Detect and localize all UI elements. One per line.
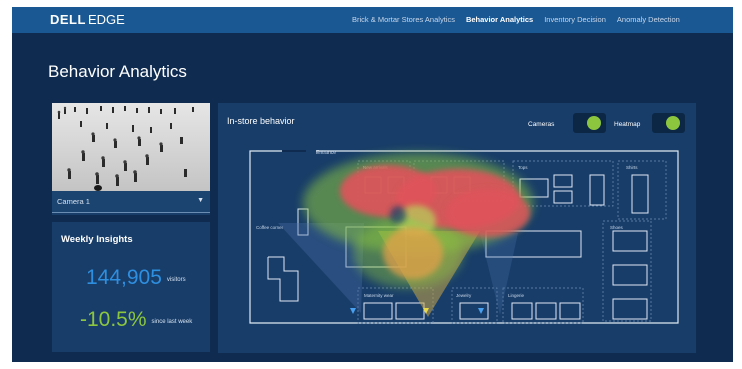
- zone-entrance: Entrance: [316, 150, 336, 156]
- visitors-unit: visitors: [166, 276, 186, 283]
- zone-shirts: Shirts: [626, 165, 638, 170]
- change-unit: since last week: [151, 318, 193, 325]
- caret-down-icon: ▼: [197, 197, 204, 204]
- brand-logo[interactable]: DELL EDGE: [50, 12, 125, 27]
- nav-brick-mortar[interactable]: Brick & Mortar Stores Analytics: [352, 15, 455, 24]
- in-store-behavior-panel: In-store behavior Cameras Heatmap Entran…: [218, 103, 696, 353]
- nav-anomaly-detection[interactable]: Anomaly Detection: [617, 15, 680, 24]
- zone-coffee-corner: Coffee corner: [256, 225, 284, 230]
- main-nav: Brick & Mortar Stores Analytics Behavior…: [352, 15, 680, 24]
- zone-shoes: Shoes: [610, 225, 624, 230]
- top-nav-bar: DELL EDGE Brick & Mortar Stores Analytics…: [12, 7, 733, 33]
- store-floor-map[interactable]: Entrance Tops Shirts Coffee corner Shoes…: [218, 103, 696, 353]
- zone-maternity-wear: Maternity wear: [364, 293, 394, 298]
- change-stat: -10.5% since last week: [80, 308, 192, 332]
- zone-tops: Tops: [518, 165, 528, 170]
- camera-marker-3[interactable]: [478, 308, 484, 314]
- brand-product: EDGE: [87, 12, 125, 27]
- crowd-photo: [52, 103, 210, 191]
- camera-feed-image: [52, 103, 210, 191]
- app-window: DELL EDGE Brick & Mortar Stores Analytics…: [12, 7, 733, 362]
- page-title: Behavior Analytics: [48, 62, 187, 81]
- camera-panel: Camera 1 ▼: [52, 103, 210, 215]
- zone-jewelry: Jewelry: [456, 293, 472, 298]
- camera-select-dropdown[interactable]: Camera 1 ▼: [52, 191, 210, 213]
- visitors-value: 144,905: [86, 266, 162, 289]
- dell-logo: DELL: [50, 12, 86, 27]
- nav-inventory-decision[interactable]: Inventory Decision: [544, 15, 606, 24]
- visitors-stat: 144,905 visitors: [86, 266, 186, 290]
- camera-marker-1[interactable]: [350, 308, 356, 314]
- camera-select-value: Camera 1: [57, 197, 90, 206]
- zone-lingerie: Lingerie: [508, 293, 525, 298]
- weekly-insights-title: Weekly Insights: [61, 234, 133, 245]
- nav-behavior-analytics[interactable]: Behavior Analytics: [466, 15, 533, 24]
- weekly-insights-card: Weekly Insights 144,905 visitors -10.5% si…: [52, 222, 210, 352]
- change-value: -10.5%: [80, 308, 147, 331]
